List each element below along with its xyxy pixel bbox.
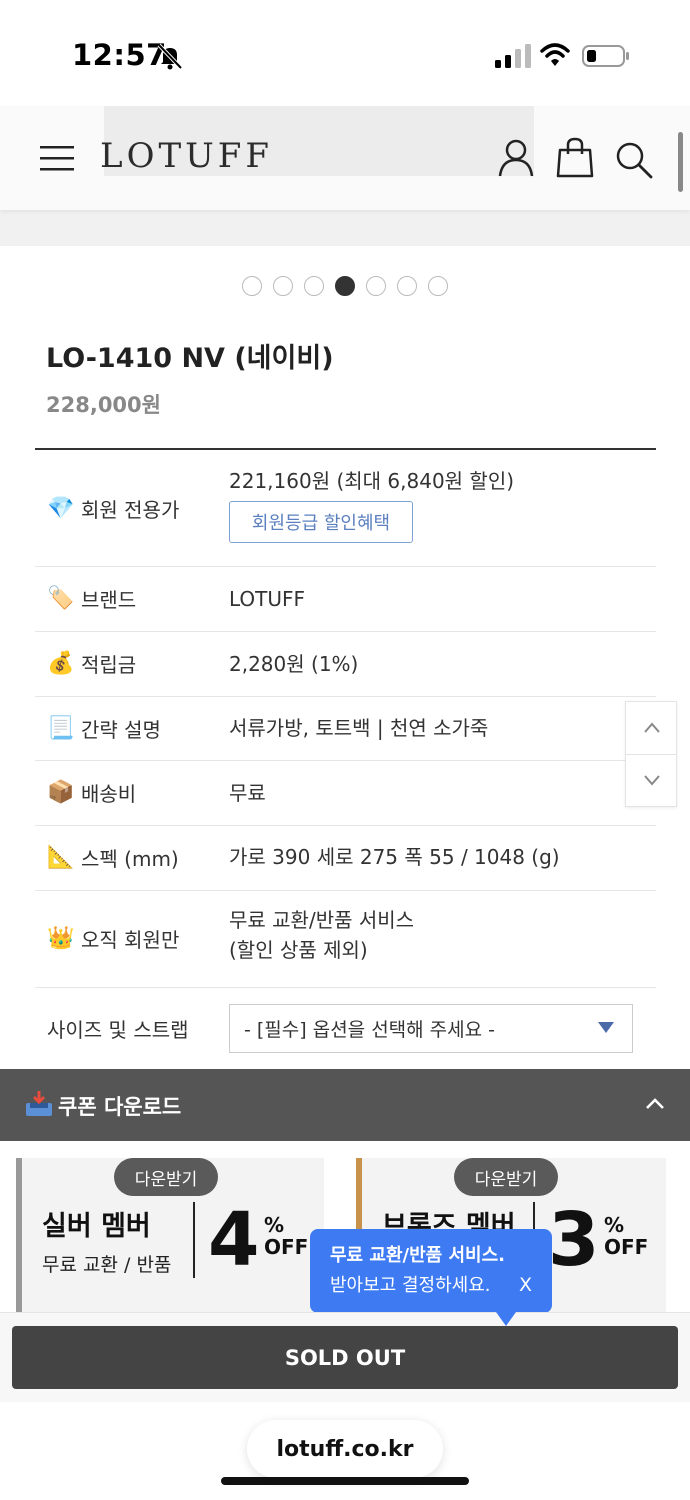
brand-logo[interactable]: LOTUFF (100, 136, 273, 176)
browser-bottom-bar: lotuff.co.kr (0, 1402, 690, 1500)
info-label: 브랜드 (81, 588, 137, 612)
info-row-points: 💰 적립금 2,280원 (1%) (35, 632, 656, 697)
option-select[interactable]: - [필수] 옵션을 선택해 주세요 - (229, 1004, 633, 1053)
info-row-shipping: 📦 배송비 무료 (35, 761, 656, 826)
option-label: 사이즈 및 스트랩 (47, 1018, 189, 1042)
info-row-member-price: 💎 회원 전용가 221,160원 (최대 6,840원 할인) 회원등급 할인… (35, 450, 656, 567)
carousel-dot[interactable] (397, 276, 417, 296)
download-coupon-button[interactable]: 다운받기 (114, 1158, 218, 1196)
address-bar[interactable]: lotuff.co.kr (247, 1420, 443, 1478)
home-indicator[interactable] (221, 1477, 469, 1485)
sold-out-button[interactable]: SOLD OUT (12, 1326, 678, 1389)
product-name: LO-1410 NV (네이비) (46, 343, 334, 374)
divider (626, 754, 676, 755)
inbox-tray-icon (26, 1091, 52, 1116)
info-label: 오직 회원만 (81, 928, 180, 952)
tooltip-line: 받아보고 결정하세요. (330, 1275, 491, 1296)
tooltip-tail (496, 1312, 516, 1326)
info-row-members-only: 👑 오직 회원만 무료 교환/반품 서비스 (할인 상품 제외) (35, 891, 656, 988)
hamburger-menu-icon[interactable] (40, 144, 74, 174)
coupon-title: 쿠폰 다운로드 (58, 1095, 182, 1119)
info-label: 회원 전용가 (81, 498, 180, 522)
info-value-line: (할인 상품 제외) (229, 938, 368, 962)
coupon-percent: 4 (208, 1197, 260, 1283)
coupon-card[interactable]: 다운받기 실버 멤버 무료 교환 / 반품 4 % OFF (16, 1158, 324, 1318)
download-coupon-button[interactable]: 다운받기 (454, 1158, 558, 1196)
user-account-icon[interactable] (498, 138, 534, 178)
info-value: 무료 (229, 781, 266, 805)
search-icon[interactable] (614, 140, 654, 180)
scrollbar-thumb[interactable] (678, 132, 683, 192)
scroll-top-chevron-up-icon[interactable] (642, 718, 662, 738)
cellular-signal-icon (495, 44, 531, 68)
gem-icon: 💎 (47, 496, 75, 521)
coupon-off-label: % OFF (264, 1213, 309, 1259)
triangle-ruler-icon: 📐 (47, 845, 75, 870)
info-value-line: 무료 교환/반품 서비스 (229, 908, 415, 932)
info-value: 221,160원 (최대 6,840원 할인) (229, 469, 515, 493)
option-selected-value: - [필수] 옵션을 선택해 주세요 - (244, 1019, 496, 1041)
coupon-percent: 3 (548, 1197, 600, 1283)
info-value: 서류가방, 토트백 | 천연 소가죽 (229, 716, 489, 740)
site-header: LOTUFF (0, 106, 690, 210)
member-grade-discount-button[interactable]: 회원등급 할인혜택 (229, 501, 413, 543)
tag-icon: 🏷️ (47, 586, 75, 611)
coupon-stripe (16, 1158, 22, 1318)
scroll-bottom-chevron-down-icon[interactable] (642, 770, 662, 790)
carousel-dot[interactable] (428, 276, 448, 296)
carousel-dot[interactable] (273, 276, 293, 296)
shopping-bag-icon[interactable] (556, 136, 594, 178)
info-value: 2,280원 (1%) (229, 652, 359, 676)
coupon-subtitle: 무료 교환 / 반품 (42, 1254, 172, 1276)
coupon-off-label: % OFF (604, 1213, 649, 1259)
divider (193, 1202, 195, 1278)
carousel-dots (242, 276, 448, 296)
bell-off-icon (157, 43, 183, 70)
info-label: 적립금 (81, 653, 137, 677)
info-row-spec: 📐 스펙 (mm) 가로 390 세로 275 폭 55 / 1048 (g) (35, 826, 656, 891)
document-icon: 📃 (47, 716, 75, 741)
info-row-brand: 🏷️ 브랜드 LOTUFF (35, 567, 656, 632)
battery-icon (582, 45, 629, 67)
carousel-dot[interactable] (366, 276, 386, 296)
coupon-name: 실버 멤버 (42, 1211, 151, 1242)
promo-tooltip: 무료 교환/반품 서비스. 받아보고 결정하세요. X (310, 1229, 552, 1313)
purchase-bar: SOLD OUT (0, 1312, 690, 1402)
status-bar: 12:57 (0, 0, 690, 106)
chevron-up-icon[interactable] (644, 1095, 666, 1113)
tooltip-close-button[interactable]: X (519, 1270, 532, 1300)
wifi-icon (540, 43, 570, 66)
info-label: 배송비 (81, 782, 137, 806)
info-label: 간략 설명 (81, 718, 161, 742)
crown-icon: 👑 (47, 926, 75, 951)
coupon-download-bar[interactable]: 쿠폰 다운로드 (0, 1069, 690, 1141)
carousel-dot[interactable] (242, 276, 262, 296)
info-row-summary: 📃 간략 설명 서류가방, 토트백 | 천연 소가죽 (35, 697, 656, 761)
status-time: 12:57 (72, 38, 167, 72)
info-label: 스펙 (mm) (81, 847, 179, 871)
package-icon: 📦 (47, 780, 75, 805)
carousel-dot[interactable] (304, 276, 324, 296)
info-value: LOTUFF (229, 587, 306, 611)
info-value: 가로 390 세로 275 폭 55 / 1048 (g) (229, 845, 560, 869)
money-bag-icon: 💰 (47, 651, 75, 676)
dropdown-arrow-icon (598, 1022, 614, 1033)
product-price: 228,000원 (46, 393, 161, 417)
carousel-dot-active[interactable] (335, 276, 355, 296)
scroll-buttons (625, 701, 677, 807)
tooltip-line: 무료 교환/반품 서비스. (330, 1245, 505, 1266)
